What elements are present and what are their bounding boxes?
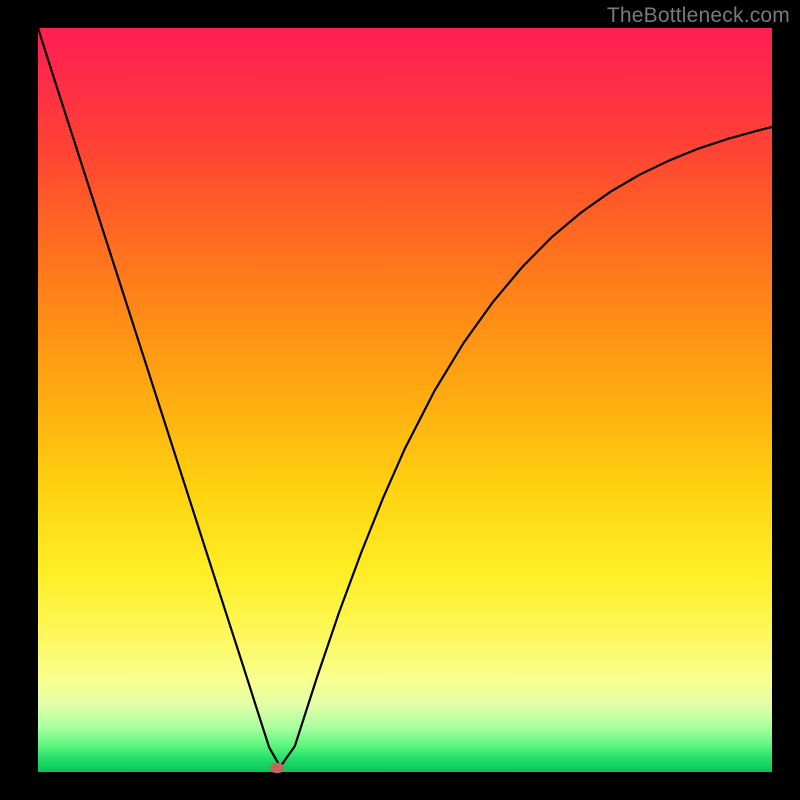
optimum-marker — [270, 763, 284, 773]
watermark-text: TheBottleneck.com — [607, 4, 790, 28]
chart-frame: TheBottleneck.com — [0, 0, 800, 800]
plot-area — [38, 28, 772, 772]
bottleneck-curve — [38, 28, 772, 772]
